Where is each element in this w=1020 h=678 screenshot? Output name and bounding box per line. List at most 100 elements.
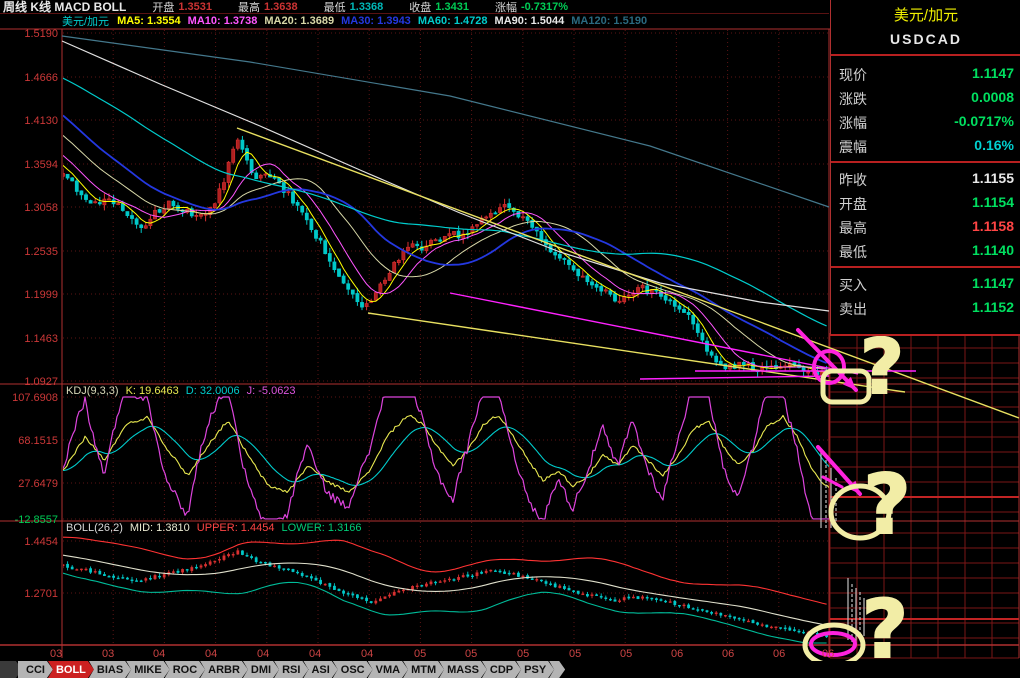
tab-arbr[interactable]: ARBR	[200, 661, 248, 678]
quote-row-label: 最低	[839, 242, 867, 262]
boll-y-label: 1.2701	[24, 588, 58, 600]
tab-bias[interactable]: BIAS	[89, 661, 131, 678]
tab-mtm[interactable]: MTM	[403, 661, 444, 678]
low-label: 最低	[324, 0, 346, 15]
main-y-label: 1.2535	[24, 246, 58, 258]
x-axis-year-label: 04	[309, 648, 321, 660]
quote-symbol-title: 美元/加元	[831, 4, 1020, 25]
tab-mike[interactable]: MIKE	[126, 661, 170, 678]
quote-row-value: 1.1147	[972, 65, 1014, 81]
tab-rsi[interactable]: RSI	[274, 661, 308, 678]
boll-indicator-header: BOLL(26,2) MID: 1.3810 UPPER: 1.4454 LOW…	[66, 521, 369, 534]
tab-osc[interactable]: OSC	[333, 661, 373, 678]
main-y-label: 1.0927	[24, 376, 58, 388]
quote-separator	[831, 54, 1020, 56]
x-axis-year-label: 05	[414, 648, 426, 660]
close-value: 1.3431	[435, 1, 469, 13]
quote-row-value: 0.0008	[971, 89, 1014, 105]
x-axis-year-label: 06	[722, 648, 734, 660]
kdj-y-label: 68.1515	[18, 435, 58, 447]
quote-row-value: 1.1155	[972, 170, 1014, 186]
quote-row-label: 震幅	[839, 137, 867, 157]
boll-name: BOLL(26,2)	[66, 522, 123, 534]
main-y-label: 1.4666	[24, 72, 58, 84]
x-axis-year-label: 04	[205, 648, 217, 660]
symbol-name: 美元/加元	[62, 14, 109, 28]
quote-row: 涨幅 -0.0717%	[831, 110, 1020, 134]
quote-row: 卖出1.1152	[831, 296, 1020, 320]
low-value: 1.3368	[350, 1, 384, 13]
tab-roc[interactable]: ROC	[165, 661, 205, 678]
tab-asi[interactable]: ASI	[303, 661, 337, 678]
ma-item: MA20: 1.3689	[264, 15, 334, 27]
x-axis-year-label: 05	[569, 648, 581, 660]
close-label: 收盘	[409, 0, 431, 15]
open-label: 开盘	[152, 0, 174, 15]
main-y-label: 1.3058	[24, 202, 58, 214]
main-y-label: 1.4130	[24, 115, 58, 127]
quote-row-label: 最高	[839, 218, 867, 238]
main-candles	[61, 78, 828, 381]
quote-row-label: 昨收	[839, 170, 867, 190]
quote-row-label: 买入	[839, 275, 867, 295]
kdj-d-value: D: 32.0006	[186, 385, 240, 397]
x-axis-year-label: 06	[671, 648, 683, 660]
x-axis-year-label: 03	[102, 648, 114, 660]
x-axis-year-label: 05	[465, 648, 477, 660]
x-axis-year-label: 04	[153, 648, 165, 660]
main-y-label: 1.3594	[24, 159, 58, 171]
kdj-y-label: 27.6479	[18, 478, 58, 490]
quote-separator	[831, 266, 1020, 268]
quote-row-label: 开盘	[839, 194, 867, 214]
x-axis-year-label: 05	[517, 648, 529, 660]
quote-row: 买入1.1147	[831, 272, 1020, 296]
trading-app-window: ???1.51901.46661.41301.35941.30581.25351…	[0, 0, 1020, 678]
ma-indicator-header: 美元/加元 MA5: 1.3554MA10: 1.3738MA20: 1.368…	[62, 14, 828, 28]
boll-lower-value: LOWER: 1.3166	[281, 522, 361, 534]
x-axis-year-label: 06	[773, 648, 785, 660]
quote-symbol-code: USDCAD	[831, 31, 1020, 47]
change-value: -0.7317%	[521, 1, 568, 13]
boll-mid-value: MID: 1.3810	[130, 522, 190, 534]
kdj-name: KDJ(9,3,3)	[66, 385, 119, 397]
quote-row: 昨收 1.1155	[831, 167, 1020, 191]
kdj-y-label: -12.8557	[15, 514, 58, 526]
boll-upper-value: UPPER: 1.4454	[197, 522, 275, 534]
ma-item: MA5: 1.3554	[117, 15, 181, 27]
quote-row-value: 0.16%	[974, 137, 1014, 153]
tab-vma[interactable]: VMA	[368, 661, 408, 678]
quote-row: 最高 1.1158	[831, 215, 1020, 239]
high-label: 最高	[238, 0, 260, 15]
x-axis-year-label: 04	[361, 648, 373, 660]
tab-cci[interactable]: CCI	[18, 661, 53, 678]
open-value: 1.3531	[178, 1, 212, 13]
ma-item: MA90: 1.5044	[495, 15, 565, 27]
ma-item: MA60: 1.4728	[418, 15, 488, 27]
ma-item: MA120: 1.5190	[571, 15, 647, 27]
tab-psy[interactable]: PSY	[516, 661, 554, 678]
tab-cdp[interactable]: CDP	[482, 661, 521, 678]
tab-mass[interactable]: MASS	[439, 661, 487, 678]
tab-boll[interactable]: BOLL	[48, 661, 94, 678]
quote-panel: 美元/加元 USDCAD 现价1.1147涨跌0.0008涨幅-0.0717%震…	[830, 0, 1020, 336]
quote-row-label: 现价	[839, 65, 867, 85]
x-axis-year-label: 06	[822, 648, 834, 660]
chart-mode-title: 周线 K线 MACD BOLL	[3, 0, 126, 15]
quote-row-value: 1.1140	[972, 242, 1014, 258]
kdj-curves	[63, 397, 829, 519]
indicator-tab-bar: CCIBOLLBIASMIKEROCARBRDMIRSIASIOSCVMAMTM…	[0, 661, 1020, 678]
quote-row-value: 1.1158	[972, 218, 1014, 234]
quote-row-value: -0.0717%	[954, 113, 1014, 129]
ma-values: MA5: 1.3554MA10: 1.3738MA20: 1.3689MA30:…	[117, 15, 654, 27]
kdj-j-value: J: -5.0623	[247, 385, 296, 397]
quote-row: 现价 1.1147	[831, 62, 1020, 86]
quote-row: 震幅 0.16%	[831, 134, 1020, 158]
boll-series	[62, 537, 828, 643]
quote-row-value: 1.1152	[972, 299, 1014, 315]
quote-row: 最低 1.1140	[831, 239, 1020, 263]
kdj-y-label: 107.6908	[12, 392, 58, 404]
quote-row-value: 1.1154	[972, 194, 1014, 210]
tab-dmi[interactable]: DMI	[243, 661, 279, 678]
quote-row-label: 涨幅	[839, 113, 867, 133]
kdj-k-value: K: 19.6463	[126, 385, 179, 397]
